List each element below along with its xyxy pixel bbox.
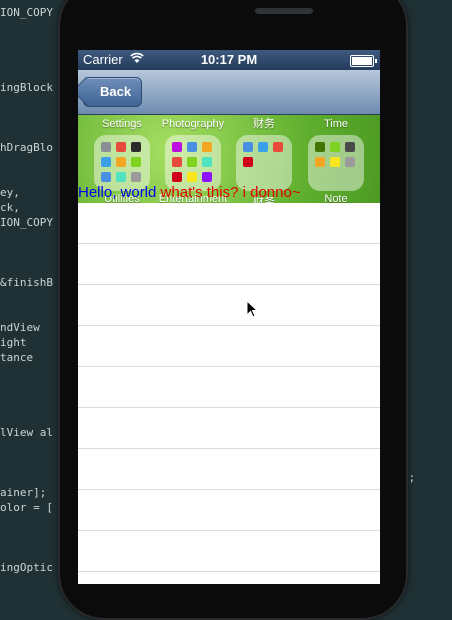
mini-app-icon — [345, 142, 355, 152]
mini-app-icon — [187, 157, 197, 167]
code-line: ight — [0, 336, 27, 349]
folder-name: Time — [323, 118, 349, 130]
folder-name: 财务 — [253, 118, 275, 130]
mini-app-icon — [116, 172, 126, 182]
code-line: ingOptic — [0, 561, 53, 574]
mini-app-icon — [172, 157, 182, 167]
status-time: 10:17 PM — [200, 52, 258, 67]
table-row[interactable] — [78, 531, 380, 572]
mini-app-icon — [116, 157, 126, 167]
folder-icon — [94, 135, 150, 191]
mini-app-icon — [187, 172, 197, 182]
overlay-text: Hello, world what's this? i donno~ — [78, 184, 301, 201]
code-line: ck, — [0, 201, 20, 214]
mini-app-icon — [172, 142, 182, 152]
navigation-bar: Back — [78, 70, 380, 115]
app-folder[interactable]: Time Note — [300, 115, 372, 203]
table-row[interactable] — [78, 244, 380, 285]
mini-app-icon — [101, 142, 111, 152]
mini-app-icon — [202, 172, 212, 182]
mini-app-icon — [131, 172, 141, 182]
whats-this-label: what's this? i donno~ — [160, 184, 301, 201]
mini-app-icon — [116, 142, 126, 152]
phone-screen: Carrier 10:17 PM Back Settings Utilities P… — [78, 50, 380, 584]
back-button-label: Back — [100, 84, 132, 99]
code-line: &finishB — [0, 276, 53, 289]
code-line: ION_COPY — [0, 6, 53, 19]
mini-app-icon — [187, 142, 197, 152]
table-row[interactable] — [78, 285, 380, 326]
folder-caption: Note — [324, 193, 348, 203]
mini-app-icon — [258, 142, 268, 152]
table-row[interactable] — [78, 408, 380, 449]
folder-name: Photography — [161, 118, 225, 130]
code-line: lView al — [0, 426, 53, 439]
mini-app-icon — [330, 157, 340, 167]
mini-app-icon — [243, 142, 253, 152]
table-row[interactable] — [78, 326, 380, 367]
status-bar: Carrier 10:17 PM — [78, 50, 380, 70]
table-row[interactable] — [78, 449, 380, 490]
mini-app-icon — [345, 157, 355, 167]
mini-app-icon — [101, 157, 111, 167]
folder-name: Settings — [102, 118, 142, 130]
mini-app-icon — [101, 172, 111, 182]
mini-app-icon — [315, 157, 325, 167]
table-view[interactable] — [78, 203, 380, 572]
mini-app-icon — [172, 172, 182, 182]
battery-icon — [350, 55, 377, 67]
code-line: ndView — [0, 321, 40, 334]
mini-app-icon — [315, 142, 325, 152]
folder-icon — [308, 135, 364, 191]
mini-app-icon — [243, 157, 253, 167]
code-line: olor = [ — [0, 501, 53, 514]
code-line: ION_COPY — [0, 216, 53, 229]
mini-app-icon — [273, 142, 283, 152]
code-line: tance — [0, 351, 34, 364]
mouse-cursor-icon — [246, 300, 258, 318]
mini-app-icon — [202, 157, 212, 167]
speaker-grille — [255, 8, 313, 14]
code-line: ingBlock — [0, 81, 53, 94]
back-button[interactable]: Back — [83, 77, 143, 107]
folder-icon — [165, 135, 221, 191]
folder-icon — [236, 135, 292, 191]
table-row[interactable] — [78, 490, 380, 531]
mini-app-icon — [330, 142, 340, 152]
code-line: ey, — [0, 186, 20, 199]
table-row[interactable] — [78, 203, 380, 244]
code-line: ainer]; — [0, 486, 47, 499]
mini-app-icon — [131, 157, 141, 167]
hello-world-label: Hello, world — [78, 184, 157, 201]
mini-app-icon — [131, 142, 141, 152]
code-line: hDragBlo — [0, 141, 53, 154]
mini-app-icon — [202, 142, 212, 152]
table-row[interactable] — [78, 367, 380, 408]
